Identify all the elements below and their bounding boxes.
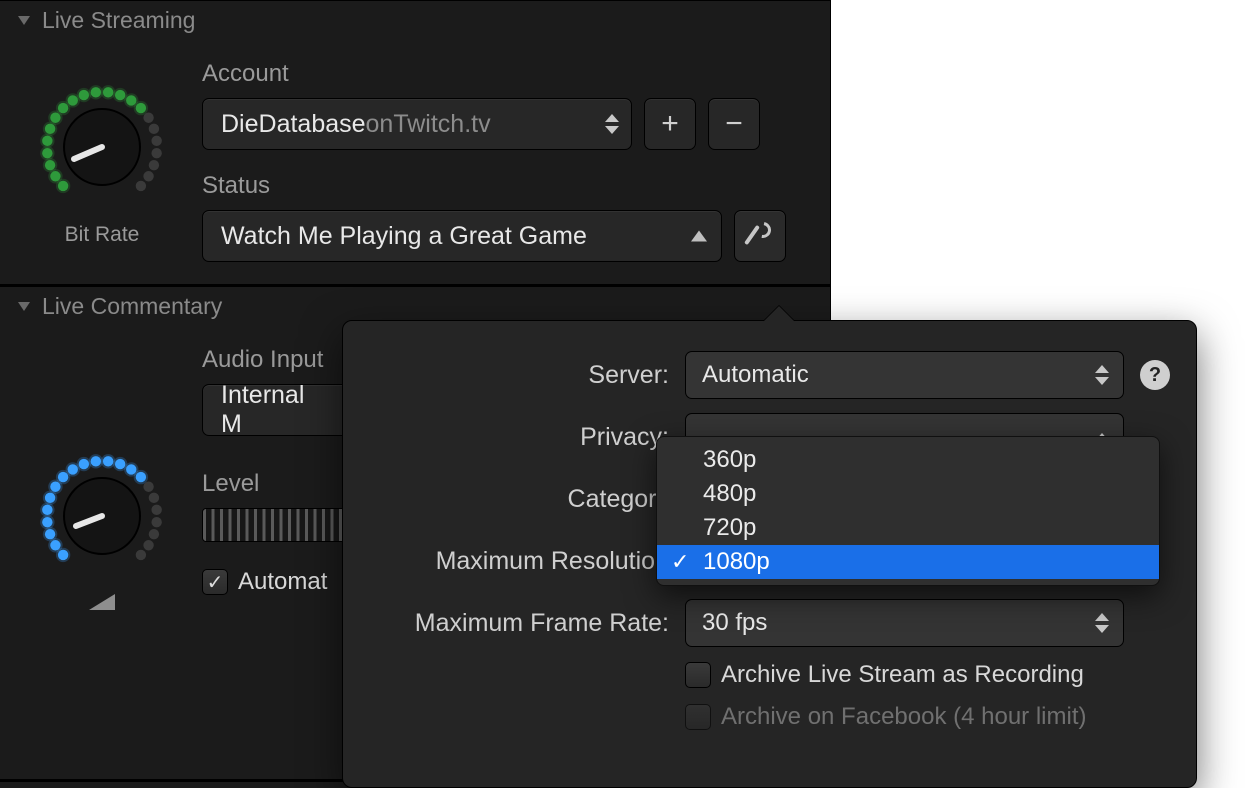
live-streaming-form: Account DieDatabase on Twitch.tv + − Sta… (202, 52, 808, 262)
chevron-down-icon (18, 16, 30, 25)
add-account-button[interactable]: + (644, 98, 696, 150)
resolution-option[interactable]: ✓720p (657, 511, 1159, 545)
resolution-option[interactable]: ✓480p (657, 477, 1159, 511)
remove-account-button[interactable]: − (708, 98, 760, 150)
section-title: Live Commentary (42, 293, 222, 320)
max-framerate-value: 30 fps (702, 609, 767, 637)
privacy-label: Privacy: (369, 423, 669, 452)
status-label: Status (202, 172, 808, 200)
bitrate-label: Bit Rate (65, 223, 140, 247)
tools-icon (746, 222, 774, 250)
account-service: Twitch.tv (393, 110, 490, 139)
resolution-option-label: 1080p (703, 548, 770, 576)
automatic-label: Automat (238, 568, 327, 596)
status-input[interactable]: Watch Me Playing a Great Game (202, 210, 722, 262)
bitrate-dial[interactable] (32, 77, 172, 217)
resolution-option[interactable]: ✓ 1080p (657, 545, 1159, 579)
bitrate-dial-column: Bit Rate (22, 52, 182, 262)
resolution-dropdown-menu[interactable]: ✓360p✓480p✓720p ✓ 1080p (656, 436, 1160, 586)
resolution-option-label: 720p (703, 514, 756, 542)
caret-up-icon (691, 231, 707, 242)
help-icon: ? (1149, 364, 1161, 387)
max-framerate-select[interactable]: 30 fps (685, 599, 1124, 647)
max-resolution-label: Maximum Resolution (369, 547, 669, 576)
automatic-checkbox[interactable]: ✓ (202, 569, 228, 595)
server-value: Automatic (702, 361, 809, 389)
account-select[interactable]: DieDatabase on Twitch.tv (202, 98, 632, 150)
resolution-option[interactable]: ✓360p (657, 443, 1159, 477)
account-label: Account (202, 60, 808, 88)
chevron-down-icon (18, 302, 30, 311)
audio-input-value: Internal M (221, 381, 305, 439)
server-label: Server: (369, 361, 669, 390)
account-on: on (366, 110, 394, 139)
status-value: Watch Me Playing a Great Game (221, 222, 587, 251)
category-label: Category (369, 485, 669, 514)
account-name: DieDatabase (221, 110, 366, 139)
section-body: Bit Rate Account DieDatabase on Twitch.t… (0, 42, 830, 284)
check-icon: ✓ (671, 549, 689, 575)
archive-facebook-checkbox: ✓ (685, 704, 711, 730)
triangle-indicator-icon (89, 594, 115, 610)
help-button[interactable]: ? (1140, 360, 1170, 390)
minus-icon: − (725, 107, 743, 141)
level-dial[interactable] (32, 446, 172, 586)
resolution-option-label: 480p (703, 480, 756, 508)
archive-recording-checkbox[interactable]: ✓ (685, 662, 711, 688)
level-dial-column (22, 338, 182, 610)
server-select[interactable]: Automatic (685, 351, 1124, 399)
stepper-icon (1091, 600, 1113, 646)
section-header-live-streaming[interactable]: Live Streaming (0, 1, 830, 42)
max-framerate-label: Maximum Frame Rate: (369, 609, 669, 638)
section-live-streaming: Live Streaming Bit Rate Account DieDatab… (0, 0, 830, 284)
audio-input-select[interactable]: Internal M (202, 384, 352, 436)
section-title: Live Streaming (42, 7, 195, 34)
stepper-icon (1091, 352, 1113, 398)
resolution-option-label: 360p (703, 446, 756, 474)
stepper-icon (601, 99, 623, 149)
archive-facebook-label: Archive on Facebook (4 hour limit) (721, 703, 1086, 731)
plus-icon: + (661, 107, 679, 141)
archive-recording-label: Archive Live Stream as Recording (721, 661, 1084, 689)
settings-popover-button[interactable] (734, 210, 786, 262)
